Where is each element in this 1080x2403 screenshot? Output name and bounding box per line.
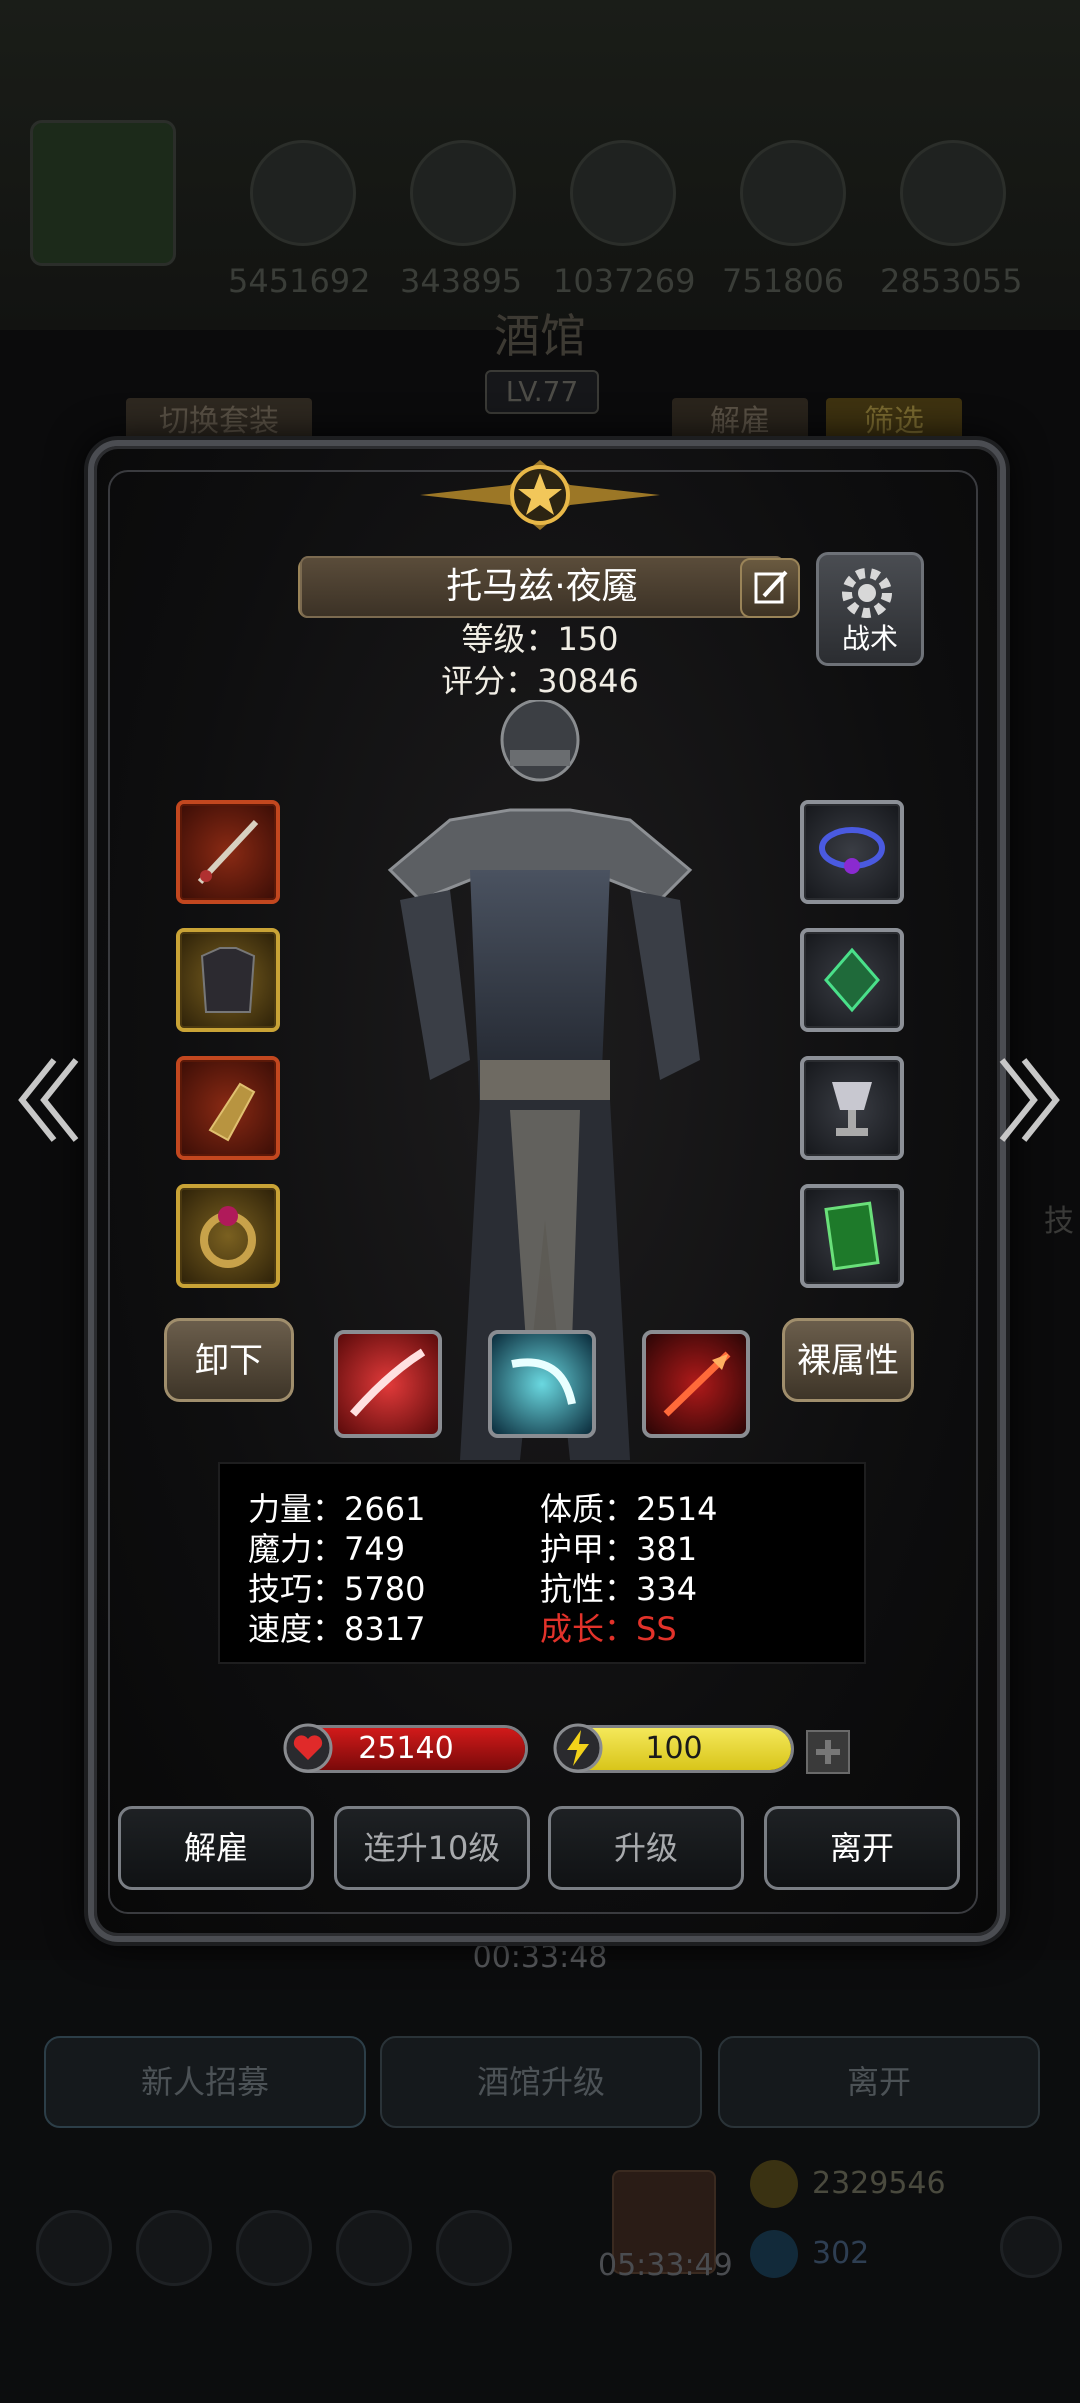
resource-count: 2853055 — [880, 262, 1023, 300]
relic-slot[interactable] — [800, 1056, 904, 1160]
chest-timer: 05:33:49 — [598, 2248, 733, 2283]
resource-count: 5451692 — [228, 262, 371, 300]
resource-icon — [250, 140, 356, 246]
resource-icon — [410, 140, 516, 246]
slash-skill-icon — [349, 1348, 426, 1417]
gloves-slot[interactable] — [176, 1056, 280, 1160]
resource-icon — [570, 140, 676, 246]
tactic-label: 战术 — [841, 622, 898, 655]
edit-icon — [754, 570, 788, 604]
dismiss-tab[interactable]: 解雇 — [672, 398, 808, 446]
leave-tavern-button[interactable]: 离开 — [718, 2036, 1040, 2128]
menu-icon[interactable] — [236, 2210, 312, 2286]
heart-icon — [283, 1723, 333, 1773]
gem-icon — [750, 2230, 798, 2278]
previous-hero-arrow-icon[interactable] — [14, 1050, 84, 1150]
dagger-icon — [197, 819, 259, 885]
resource-icon — [740, 140, 846, 246]
rename-button[interactable] — [740, 558, 800, 618]
armor-icon — [200, 947, 256, 1013]
gem-count: 302 — [812, 2236, 870, 2271]
recruit-button[interactable]: 新人招募 — [44, 2036, 366, 2128]
resource-icon — [900, 140, 1006, 246]
stat-growth: 成长：SS — [540, 1610, 677, 1648]
book-slot[interactable] — [800, 1184, 904, 1288]
lightning-icon — [553, 1723, 603, 1773]
leave-button[interactable]: 离开 — [764, 1806, 960, 1890]
crest-emblem-icon — [420, 460, 660, 530]
side-text: 技 — [1044, 1204, 1074, 1239]
skill-slot[interactable] — [334, 1330, 442, 1438]
stat-speed: 速度：8317 — [248, 1610, 426, 1648]
hero-level: 等级：150 — [461, 620, 619, 658]
fire-spear-skill-icon — [663, 1351, 731, 1417]
resource-count: 751806 — [722, 262, 845, 300]
resource-count: 1037269 — [553, 262, 696, 300]
add-icon[interactable] — [1000, 2216, 1062, 2278]
tome-icon — [824, 1201, 880, 1271]
weapon-slot[interactable] — [176, 800, 280, 904]
menu-icon[interactable] — [436, 2210, 512, 2286]
hero-name: 托马兹·夜魇 — [300, 556, 784, 618]
gem-slot[interactable] — [800, 928, 904, 1032]
menu-icon[interactable] — [136, 2210, 212, 2286]
amulet-icon — [819, 827, 885, 874]
skill-slot[interactable] — [642, 1330, 750, 1438]
level-up-10-button[interactable]: 连升10级 — [334, 1806, 530, 1890]
gold-count: 2329546 — [812, 2166, 946, 2201]
ring-slot[interactable] — [176, 1184, 280, 1288]
armor-slot[interactable] — [176, 928, 280, 1032]
gem-icon — [824, 947, 880, 1013]
skill-slot[interactable] — [488, 1330, 596, 1438]
next-hero-arrow-icon[interactable] — [994, 1050, 1064, 1150]
switch-outfit-button[interactable]: 切换套装 — [126, 398, 312, 446]
base-attributes-button[interactable]: 裸属性 — [782, 1318, 914, 1402]
hero-score: 评分：30846 — [441, 662, 639, 700]
menu-icon[interactable] — [336, 2210, 412, 2286]
dismiss-button[interactable]: 解雇 — [118, 1806, 314, 1890]
resource-count: 343895 — [400, 262, 523, 300]
tavern-level: LV.77 — [485, 370, 599, 414]
chalice-icon — [832, 1082, 872, 1136]
plus-icon — [816, 1740, 840, 1764]
gauntlet-icon — [208, 1082, 256, 1142]
whirl-skill-icon — [511, 1358, 576, 1405]
recruit-timer: 00:33:48 — [472, 1940, 608, 1975]
level-up-button[interactable]: 升级 — [548, 1806, 744, 1890]
player-avatar — [30, 120, 176, 266]
tavern-upgrade-button[interactable]: 酒馆升级 — [380, 2036, 702, 2128]
gold-icon — [750, 2160, 798, 2208]
filter-tab[interactable]: 筛选 — [826, 398, 962, 446]
unequip-button[interactable]: 卸下 — [164, 1318, 294, 1402]
ring-icon — [200, 1206, 256, 1268]
tavern-title: 酒馆 — [494, 309, 586, 363]
menu-icon[interactable] — [36, 2210, 112, 2286]
add-energy-button[interactable] — [806, 1730, 850, 1774]
tactic-button[interactable]: 战术 — [816, 552, 924, 666]
amulet-slot[interactable] — [800, 800, 904, 904]
